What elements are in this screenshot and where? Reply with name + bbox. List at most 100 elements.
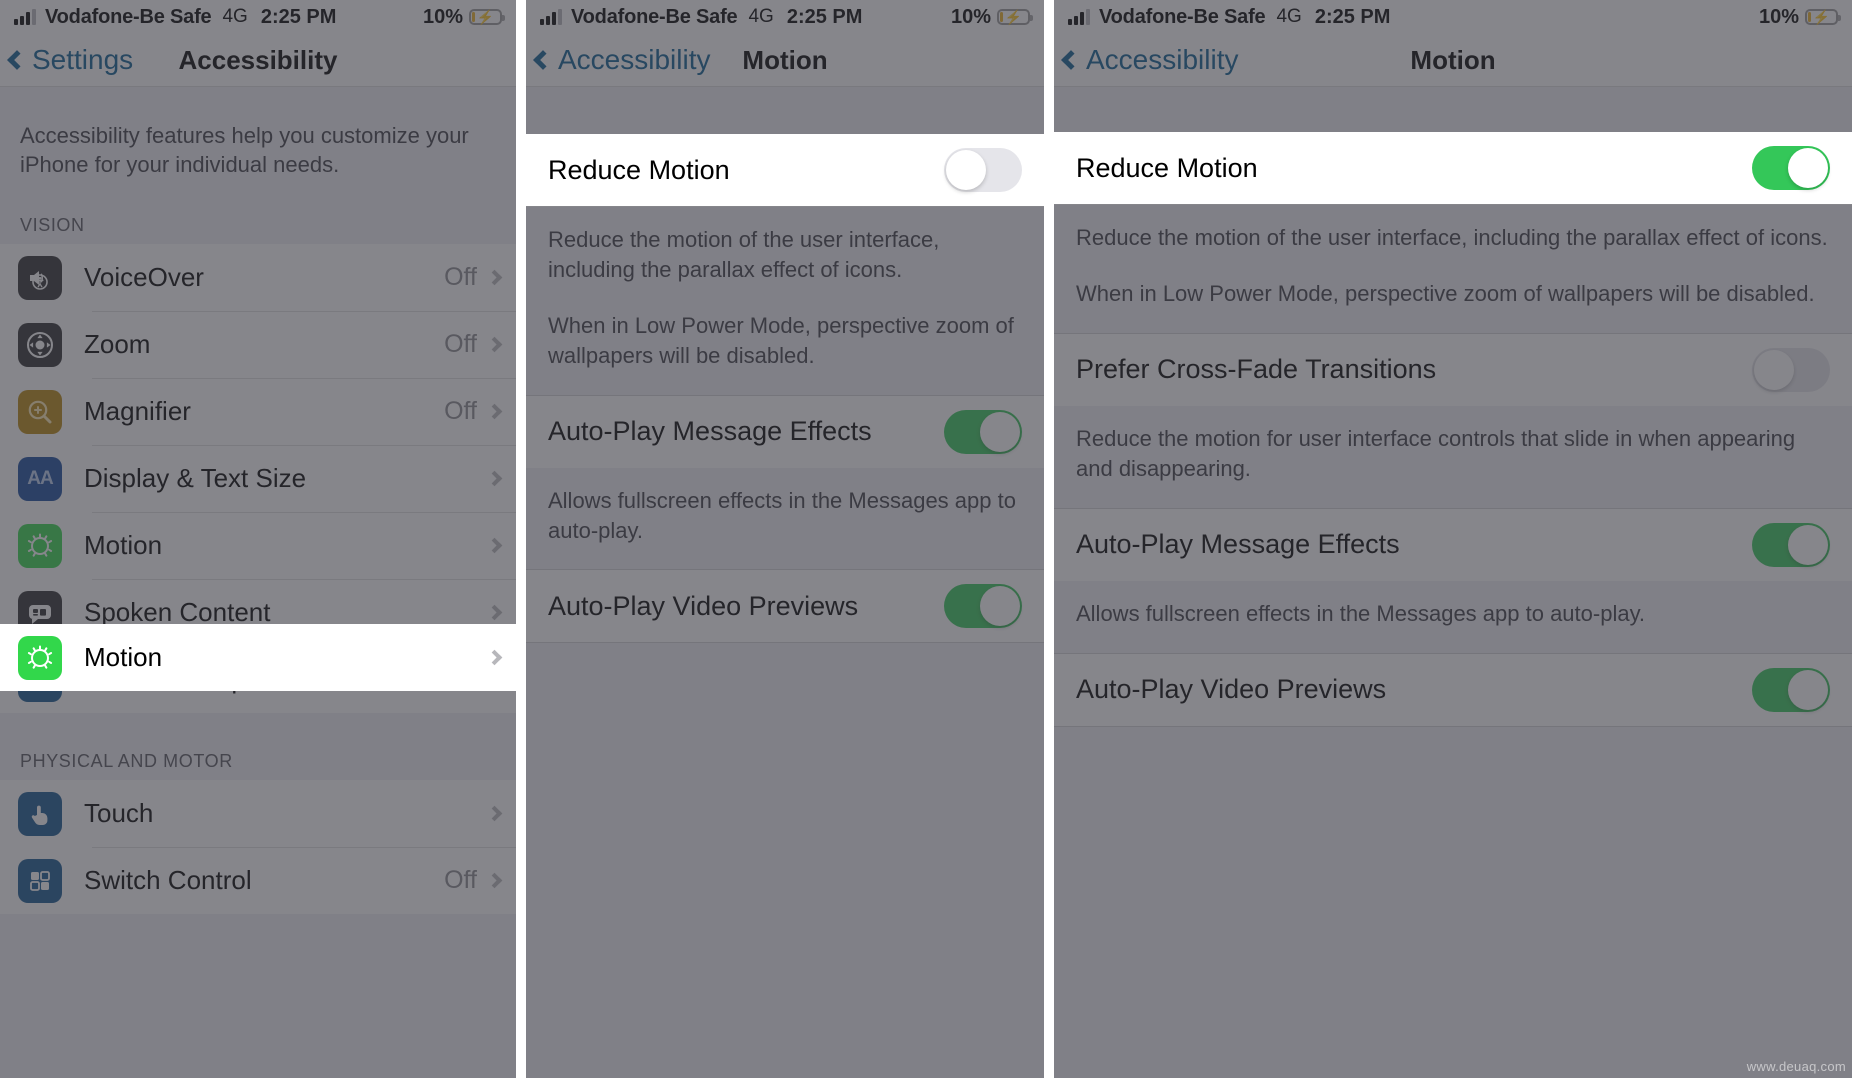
- battery-percent-label: 10%: [1758, 5, 1799, 28]
- description-paragraph: When in Low Power Mode, perspective zoom…: [548, 312, 1014, 368]
- toggle-reduce-motion[interactable]: [944, 148, 1022, 192]
- battery-charging-icon: ⚡: [997, 9, 1033, 25]
- chevron-right-icon: [486, 336, 503, 353]
- highlight-reduce-motion-row: Reduce Motion: [1054, 132, 1852, 204]
- carrier-label: Vodafone-Be Safe: [45, 5, 212, 28]
- nav-bar-panel2: Accessibility Motion: [526, 34, 1044, 86]
- sidebar-item-value: Off: [444, 397, 477, 426]
- signal-bars-icon: [1068, 9, 1090, 25]
- setting-label: Auto-Play Message Effects: [1076, 529, 1400, 560]
- sidebar-item-value: Off: [444, 866, 477, 895]
- auto-play-message-effects-description: Allows fullscreen effects in the Message…: [526, 467, 1044, 570]
- sidebar-item-label: Magnifier: [84, 396, 191, 427]
- clock-label: 2:25 PM: [260, 5, 337, 28]
- screenshot-stage: Vodafone-Be Safe 4G 2:25 PM 10% ⚡ Settin…: [0, 0, 1852, 1078]
- sidebar-item-voiceover[interactable]: VoiceOver Off: [0, 244, 516, 312]
- reduce-motion-description: Reduce the motion of the user interface,…: [1054, 205, 1852, 333]
- highlight-motion-row: Motion: [0, 624, 516, 691]
- back-button-label: Accessibility: [558, 44, 711, 75]
- toggle-reduce-motion[interactable]: [1752, 146, 1830, 190]
- setting-row-auto-play-video-previews: Auto-Play Video Previews: [526, 570, 1044, 643]
- clock-label: 2:25 PM: [1314, 5, 1391, 28]
- panel-gap-2: [1044, 0, 1054, 1078]
- battery-percent-label: 10%: [950, 5, 991, 28]
- setting-row-prefer-cross-fade-transitions: Prefer Cross-Fade Transitions: [1054, 333, 1852, 406]
- section-header-vision: VISION: [20, 215, 85, 236]
- setting-label: Auto-Play Video Previews: [548, 590, 859, 621]
- chevron-left-icon: [7, 50, 27, 70]
- back-button-accessibility[interactable]: Accessibility: [1061, 44, 1238, 76]
- sidebar-item-label: Motion: [84, 642, 163, 672]
- carrier-label: Vodafone-Be Safe: [571, 5, 738, 28]
- reduce-motion-description: Reduce the motion of the user interface,…: [526, 207, 1044, 395]
- battery-charging-icon: ⚡: [1805, 9, 1841, 25]
- sidebar-item-zoom[interactable]: Zoom Off: [0, 311, 516, 379]
- network-type-label: 4G: [1276, 6, 1302, 27]
- sidebar-item-label: Switch Control: [84, 865, 252, 896]
- chevron-right-icon: [486, 872, 503, 889]
- chevron-right-icon: [486, 470, 503, 487]
- sidebar-item-magnifier[interactable]: Magnifier Off: [0, 378, 516, 446]
- setting-row-reduce-motion: Reduce Motion: [1054, 132, 1852, 204]
- toggle-auto-play-video-previews[interactable]: [1752, 667, 1830, 712]
- top-spacer: [1054, 87, 1852, 133]
- switch-control-icon: [18, 858, 62, 903]
- network-type-label: 4G: [748, 6, 774, 27]
- back-button-settings[interactable]: Settings: [7, 44, 134, 76]
- nav-bar-panel3: Accessibility Motion: [1054, 34, 1852, 86]
- sidebar-item-switch-control[interactable]: Switch Control Off: [0, 847, 516, 915]
- setting-label: Reduce Motion: [548, 154, 730, 185]
- clock-label: 2:25 PM: [786, 5, 863, 28]
- motion-settings-list: Reduce Motion Reduce the motion of the u…: [526, 87, 1044, 1078]
- chevron-left-icon: [1061, 50, 1081, 70]
- motion-icon: [18, 523, 62, 568]
- motion-icon: [18, 635, 62, 680]
- carrier-label: Vodafone-Be Safe: [1099, 5, 1266, 28]
- setting-label: Reduce Motion: [1076, 152, 1258, 183]
- toggle-auto-play-message-effects[interactable]: [1752, 522, 1830, 567]
- phone-panel-motion-off: Vodafone-Be Safe 4G 2:25 PM 10% ⚡ Access…: [526, 0, 1044, 1078]
- panel-gap-1: [516, 0, 526, 1078]
- section-header-physical-and-motor: PHYSICAL AND MOTOR: [20, 751, 233, 772]
- divider: [1054, 725, 1852, 727]
- accessibility-list: Accessibility features help you customiz…: [0, 87, 516, 1078]
- chevron-right-icon: [486, 649, 503, 666]
- setting-row-auto-play-message-effects: Auto-Play Message Effects: [526, 395, 1044, 468]
- toggle-auto-play-message-effects[interactable]: [944, 409, 1022, 454]
- battery-charging-icon: ⚡: [469, 9, 505, 25]
- setting-row-reduce-motion: Reduce Motion: [526, 134, 1044, 206]
- prefer-cross-fade-description: Reduce the motion for user interface con…: [1054, 405, 1852, 508]
- sidebar-item-value: Off: [444, 330, 477, 359]
- chevron-right-icon: [486, 604, 503, 621]
- chevron-right-icon: [486, 537, 503, 554]
- description-paragraph: Allows fullscreen effects in the Message…: [1076, 600, 1646, 626]
- sidebar-item-touch[interactable]: Touch: [0, 780, 516, 848]
- chevron-left-icon: [533, 50, 553, 70]
- sidebar-item-display-text-size[interactable]: AA Display & Text Size: [0, 445, 516, 513]
- physical-motor-group: Touch Switch Control Off: [0, 780, 516, 915]
- touch-icon: [18, 791, 62, 836]
- back-button-label: Settings: [32, 44, 134, 75]
- chevron-right-icon: [486, 269, 503, 286]
- motion-settings-list: Reduce Motion Reduce the motion of the u…: [1054, 87, 1852, 1078]
- top-spacer: [526, 87, 1044, 135]
- battery-percent-label: 10%: [422, 5, 463, 28]
- description-paragraph: Allows fullscreen effects in the Message…: [548, 487, 1016, 543]
- toggle-prefer-cross-fade-transitions[interactable]: [1752, 347, 1830, 392]
- description-paragraph: Reduce the motion of the user interface,…: [1076, 225, 1828, 250]
- display-text-size-icon: AA: [18, 456, 62, 501]
- status-bar-panel1: Vodafone-Be Safe 4G 2:25 PM 10% ⚡: [0, 0, 516, 34]
- toggle-auto-play-video-previews[interactable]: [944, 584, 1022, 629]
- nav-bar-panel1: Settings Accessibility: [0, 34, 516, 86]
- back-button-accessibility[interactable]: Accessibility: [533, 44, 711, 76]
- sidebar-item-motion[interactable]: Motion: [0, 624, 516, 691]
- sidebar-item-value: Off: [444, 263, 477, 292]
- sidebar-item-label: VoiceOver: [84, 262, 204, 293]
- magnifier-icon: [18, 389, 62, 434]
- divider: [526, 642, 1044, 644]
- setting-label: Auto-Play Video Previews: [1076, 674, 1387, 705]
- auto-play-message-effects-description: Allows fullscreen effects in the Message…: [1054, 580, 1852, 653]
- sidebar-item-motion-under[interactable]: Motion: [0, 512, 516, 580]
- setting-label: Prefer Cross-Fade Transitions: [1076, 354, 1437, 385]
- sidebar-item-label: Touch: [84, 798, 154, 829]
